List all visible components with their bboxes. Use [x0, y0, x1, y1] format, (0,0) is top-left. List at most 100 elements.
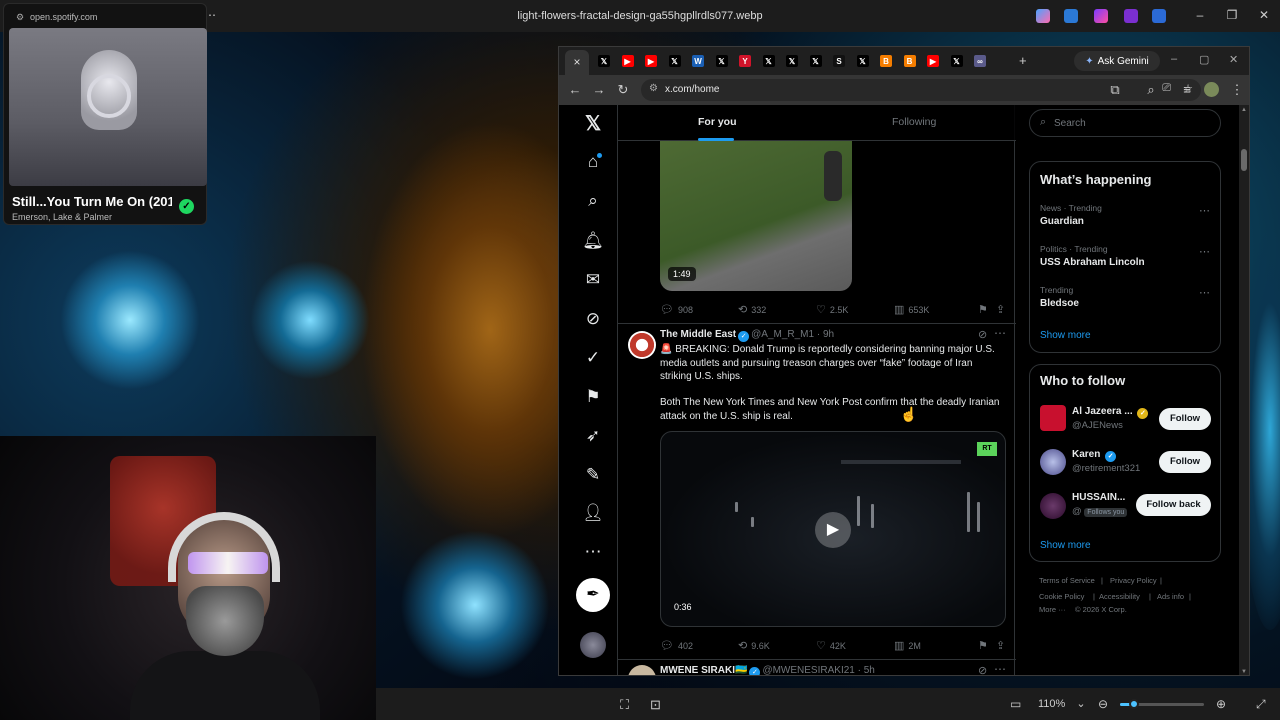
account-name[interactable]: Al Jazeera ... ✓: [1072, 406, 1150, 419]
site-settings-icon[interactable]: ⚙: [16, 12, 24, 23]
zoom-in-icon[interactable]: ⊕: [1216, 697, 1226, 711]
browser-tab[interactable]: 𝕏: [854, 52, 872, 70]
reload-icon[interactable]: ↻: [615, 82, 631, 98]
x-logo-icon[interactable]: 𝕏: [582, 113, 604, 135]
grok-icon[interactable]: ⊘: [582, 308, 604, 330]
verified-icon[interactable]: ✓: [582, 347, 604, 369]
reading-list-icon[interactable]: ≡: [1179, 82, 1195, 97]
page-scrollbar[interactable]: ▲ ▼: [1239, 105, 1249, 675]
tweet-author-name[interactable]: MWENE SIRAKI🇷🇼: [660, 665, 747, 675]
accessibility-link[interactable]: Accessibility: [1099, 592, 1140, 601]
maximize-icon[interactable]: ▢: [1199, 53, 1209, 66]
privacy-link[interactable]: Privacy Policy: [1110, 576, 1157, 585]
tweet-video[interactable]: RT ▶ 0:36: [660, 431, 1006, 627]
scroll-up-icon[interactable]: ▲: [1241, 107, 1247, 113]
browser-tab[interactable]: B: [877, 52, 895, 70]
tab-following[interactable]: Following: [892, 116, 936, 128]
active-tab[interactable]: ×: [565, 50, 589, 75]
cookie-link[interactable]: Cookie Policy: [1039, 592, 1084, 601]
bookmark-button[interactable]: ⚑: [978, 639, 988, 652]
explore-icon[interactable]: ⌕: [582, 190, 604, 212]
browser-tab[interactable]: 𝕏: [948, 52, 966, 70]
notifications-icon[interactable]: 🔔︎: [582, 230, 604, 252]
more-options-icon[interactable]: ⋯: [994, 326, 1006, 340]
crop-icon[interactable]: ⛶: [620, 697, 629, 713]
spotify-miniplayer[interactable]: ⚙ open.spotify.com Still...You Turn Me O…: [3, 3, 207, 225]
tweet-author-avatar[interactable]: [628, 665, 656, 675]
account-avatar[interactable]: [1040, 493, 1066, 519]
like-button[interactable]: ♡ 2.5K: [816, 303, 848, 316]
scroll-down-icon[interactable]: ▼: [1241, 669, 1247, 675]
repost-button[interactable]: ⟲ 332: [738, 303, 766, 316]
views-button[interactable]: ▥ 2M: [894, 639, 921, 652]
browser-tab[interactable]: ∞: [971, 52, 989, 70]
new-tab-button[interactable]: +: [1019, 53, 1027, 68]
tab-close-icon[interactable]: ×: [573, 55, 580, 69]
follow-back-button[interactable]: Follow back: [1136, 494, 1211, 516]
follow-button[interactable]: Follow: [1159, 451, 1211, 473]
repost-button[interactable]: ⟲ 9.6K: [738, 639, 770, 652]
browser-tab[interactable]: W: [689, 52, 707, 70]
onedrive-icon[interactable]: [1152, 9, 1166, 23]
reply-button[interactable]: 💬︎ 402: [660, 639, 693, 652]
browser-tab[interactable]: B: [901, 52, 919, 70]
ask-gemini-button[interactable]: ✦ Ask Gemini: [1074, 51, 1160, 71]
more-options-icon[interactable]: ⋯: [1199, 286, 1210, 299]
more-options-icon[interactable]: ⋯: [1199, 204, 1210, 217]
share-button[interactable]: ⇪: [996, 639, 1005, 652]
terms-link[interactable]: Terms of Service: [1039, 576, 1095, 585]
tweet-video[interactable]: 1:49: [660, 141, 852, 291]
more-icon[interactable]: ⋯: [582, 541, 604, 563]
close-icon[interactable]: ✕: [1254, 8, 1274, 22]
account-name[interactable]: Karen ✓: [1072, 449, 1118, 462]
browser-tab[interactable]: 𝕏: [760, 52, 778, 70]
tweet-author-avatar[interactable]: [628, 331, 656, 359]
grok-explain-icon[interactable]: ⊘: [978, 664, 987, 675]
bookmark-button[interactable]: ⚑: [978, 303, 988, 316]
profile-avatar[interactable]: [1204, 82, 1219, 97]
browser-tab[interactable]: S: [830, 52, 848, 70]
account-name[interactable]: HUSSAIN...: [1072, 492, 1125, 503]
bookmarks-icon[interactable]: ⚑: [582, 386, 604, 408]
tab-search-icon[interactable]: ⌕: [1143, 82, 1159, 98]
show-more-link[interactable]: Show more: [1040, 330, 1091, 341]
ads-info-link[interactable]: Ads info: [1157, 592, 1184, 601]
maximize-icon[interactable]: ❐: [1222, 8, 1242, 22]
zoom-slider-thumb[interactable]: [1129, 699, 1139, 709]
fit-icon[interactable]: ▭: [1010, 697, 1021, 711]
account-avatar[interactable]: [1040, 405, 1066, 431]
like-button[interactable]: ♡ 42K: [816, 639, 846, 652]
post-button[interactable]: ✒: [576, 578, 610, 612]
browser-tab[interactable]: 𝕏: [713, 52, 731, 70]
browser-tab[interactable]: 𝕏: [783, 52, 801, 70]
more-link[interactable]: More ···: [1039, 605, 1066, 614]
more-options-icon[interactable]: ⋯: [994, 662, 1006, 675]
minimize-icon[interactable]: –: [1190, 8, 1210, 22]
site-info-icon[interactable]: ⚙: [649, 83, 658, 94]
browser-tab[interactable]: Y: [736, 52, 754, 70]
text-select-icon[interactable]: ⊡: [650, 697, 661, 713]
tab-for-you[interactable]: For you: [698, 116, 737, 128]
minimize-icon[interactable]: –: [1171, 53, 1177, 65]
browser-tab[interactable]: ▶: [619, 52, 637, 70]
profile-icon[interactable]: 👤︎: [582, 502, 604, 524]
tweet-handle-time[interactable]: @MWENESIRAKI21 · 5h: [762, 665, 874, 675]
articles-icon[interactable]: ✎: [582, 464, 604, 486]
zoom-level-dropdown[interactable]: 110% ⌄: [1038, 697, 1086, 710]
fullscreen-icon[interactable]: ⤢: [1256, 697, 1266, 712]
reply-button[interactable]: 💬︎ 908: [660, 303, 693, 316]
account-avatar[interactable]: [580, 632, 606, 658]
browser-tab[interactable]: 𝕏: [666, 52, 684, 70]
copilot-icon[interactable]: [1036, 9, 1050, 23]
share-button[interactable]: ⇪: [996, 303, 1005, 316]
messages-icon[interactable]: ✉: [582, 269, 604, 291]
browser-tab[interactable]: ▶: [924, 52, 942, 70]
search-input[interactable]: ⌕ Search: [1029, 109, 1221, 137]
forward-icon[interactable]: →: [591, 82, 607, 97]
scrollbar-thumb[interactable]: [1241, 149, 1247, 171]
designer-icon[interactable]: [1094, 9, 1108, 23]
paint-icon[interactable]: [1064, 9, 1078, 23]
browser-tab[interactable]: ▶: [642, 52, 660, 70]
zoom-out-icon[interactable]: ⊖: [1098, 697, 1108, 711]
close-icon[interactable]: ✕: [1229, 53, 1238, 66]
